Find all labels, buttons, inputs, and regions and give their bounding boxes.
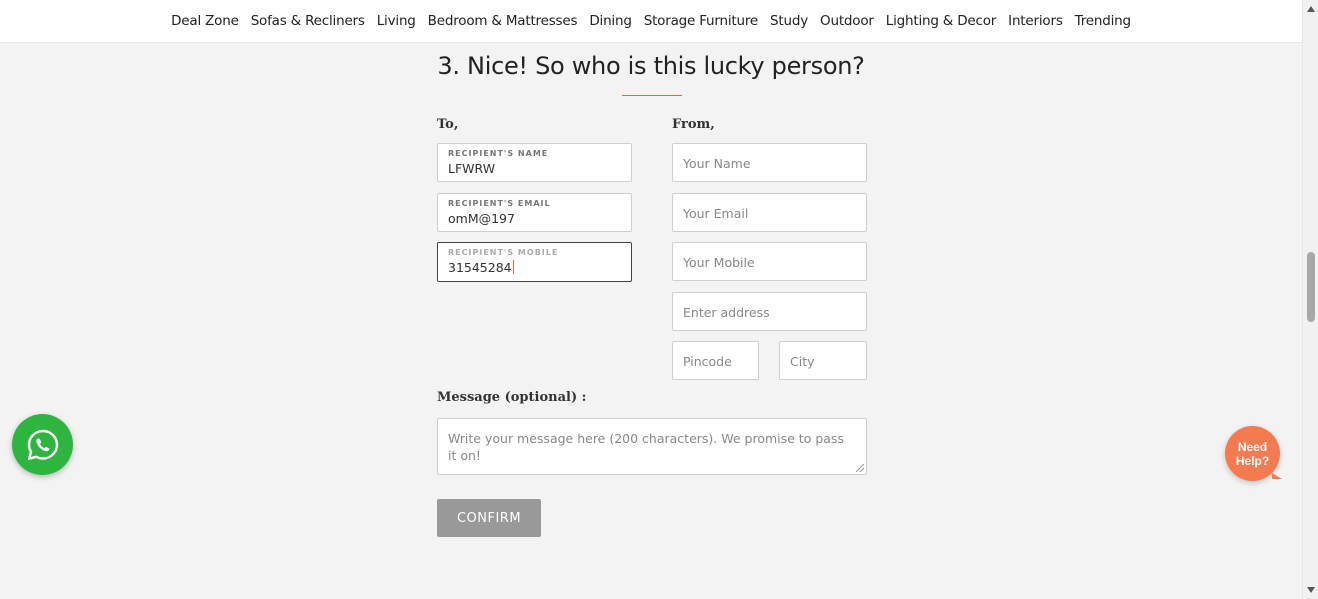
nav-item-lighting-decor[interactable]: Lighting & Decor	[880, 13, 1002, 29]
recipient-mobile-text: 31545284	[448, 260, 512, 275]
scroll-down-arrow-icon[interactable]	[1307, 587, 1315, 593]
recipient-name-field[interactable]: RECIPIENT'S NAME LFWRW	[437, 143, 632, 182]
from-label: From,	[672, 117, 715, 132]
recipient-email-value: omM@197	[448, 211, 515, 226]
resize-handle-icon[interactable]	[856, 464, 864, 472]
recipient-name-value: LFWRW	[448, 161, 496, 176]
nav-item-bedroom-mattresses[interactable]: Bedroom & Mattresses	[422, 13, 584, 29]
recipient-name-label: RECIPIENT'S NAME	[448, 149, 549, 158]
nav-item-storage-furniture[interactable]: Storage Furniture	[638, 13, 764, 29]
speech-bubble-tail	[1272, 473, 1282, 479]
need-help-line2: Help?	[1235, 453, 1270, 468]
text-caret	[512, 260, 514, 274]
whatsapp-button[interactable]	[12, 414, 73, 475]
your-mobile-placeholder: Your Mobile	[683, 255, 755, 270]
to-label: To,	[437, 117, 459, 132]
message-label: Message (optional) :	[437, 390, 587, 405]
whatsapp-icon	[27, 429, 58, 460]
top-nav: Deal Zone Sofas & Recliners Living Bedro…	[0, 0, 1302, 43]
recipient-mobile-label: RECIPIENT'S MOBILE	[448, 248, 559, 257]
title-underline	[622, 95, 682, 96]
nav-item-study[interactable]: Study	[764, 13, 814, 29]
your-name-placeholder: Your Name	[683, 156, 751, 171]
recipient-email-field[interactable]: RECIPIENT'S EMAIL omM@197	[437, 193, 632, 232]
address-input[interactable]: Enter address	[672, 292, 867, 331]
your-email-input[interactable]: Your Email	[672, 193, 867, 232]
recipient-mobile-field[interactable]: RECIPIENT'S MOBILE 31545284	[437, 242, 632, 282]
pincode-input[interactable]: Pincode	[672, 341, 759, 380]
page-scrollbar[interactable]	[1302, 0, 1318, 599]
need-help-button[interactable]: Need Help?	[1225, 426, 1282, 481]
page-title: 3. Nice! So who is this lucky person?	[437, 52, 865, 80]
your-mobile-input[interactable]: Your Mobile	[672, 242, 867, 281]
recipient-email-label: RECIPIENT'S EMAIL	[448, 199, 551, 208]
nav-item-living[interactable]: Living	[371, 13, 422, 29]
address-placeholder: Enter address	[683, 305, 770, 320]
nav-item-outdoor[interactable]: Outdoor	[814, 13, 880, 29]
nav-item-deal-zone[interactable]: Deal Zone	[165, 13, 245, 29]
nav-item-trending[interactable]: Trending	[1069, 13, 1137, 29]
need-help-line1: Need	[1237, 439, 1268, 454]
nav-item-sofas-recliners[interactable]: Sofas & Recliners	[245, 13, 371, 29]
city-input[interactable]: City	[779, 341, 867, 380]
city-placeholder: City	[790, 354, 815, 369]
scrollbar-thumb[interactable]	[1307, 252, 1315, 322]
recipient-mobile-value: 31545284	[448, 260, 514, 275]
nav-item-interiors[interactable]: Interiors	[1002, 13, 1068, 29]
your-name-input[interactable]: Your Name	[672, 143, 867, 182]
your-email-placeholder: Your Email	[683, 206, 749, 221]
message-placeholder: Write your message here (200 characters)…	[448, 431, 844, 463]
message-textarea[interactable]: Write your message here (200 characters)…	[437, 418, 867, 475]
scroll-up-arrow-icon[interactable]	[1307, 6, 1315, 12]
confirm-button[interactable]: CONFIRM	[437, 499, 541, 537]
need-help-text: Need Help?	[1236, 440, 1269, 468]
nav-item-dining[interactable]: Dining	[583, 13, 637, 29]
pincode-placeholder: Pincode	[683, 354, 732, 369]
